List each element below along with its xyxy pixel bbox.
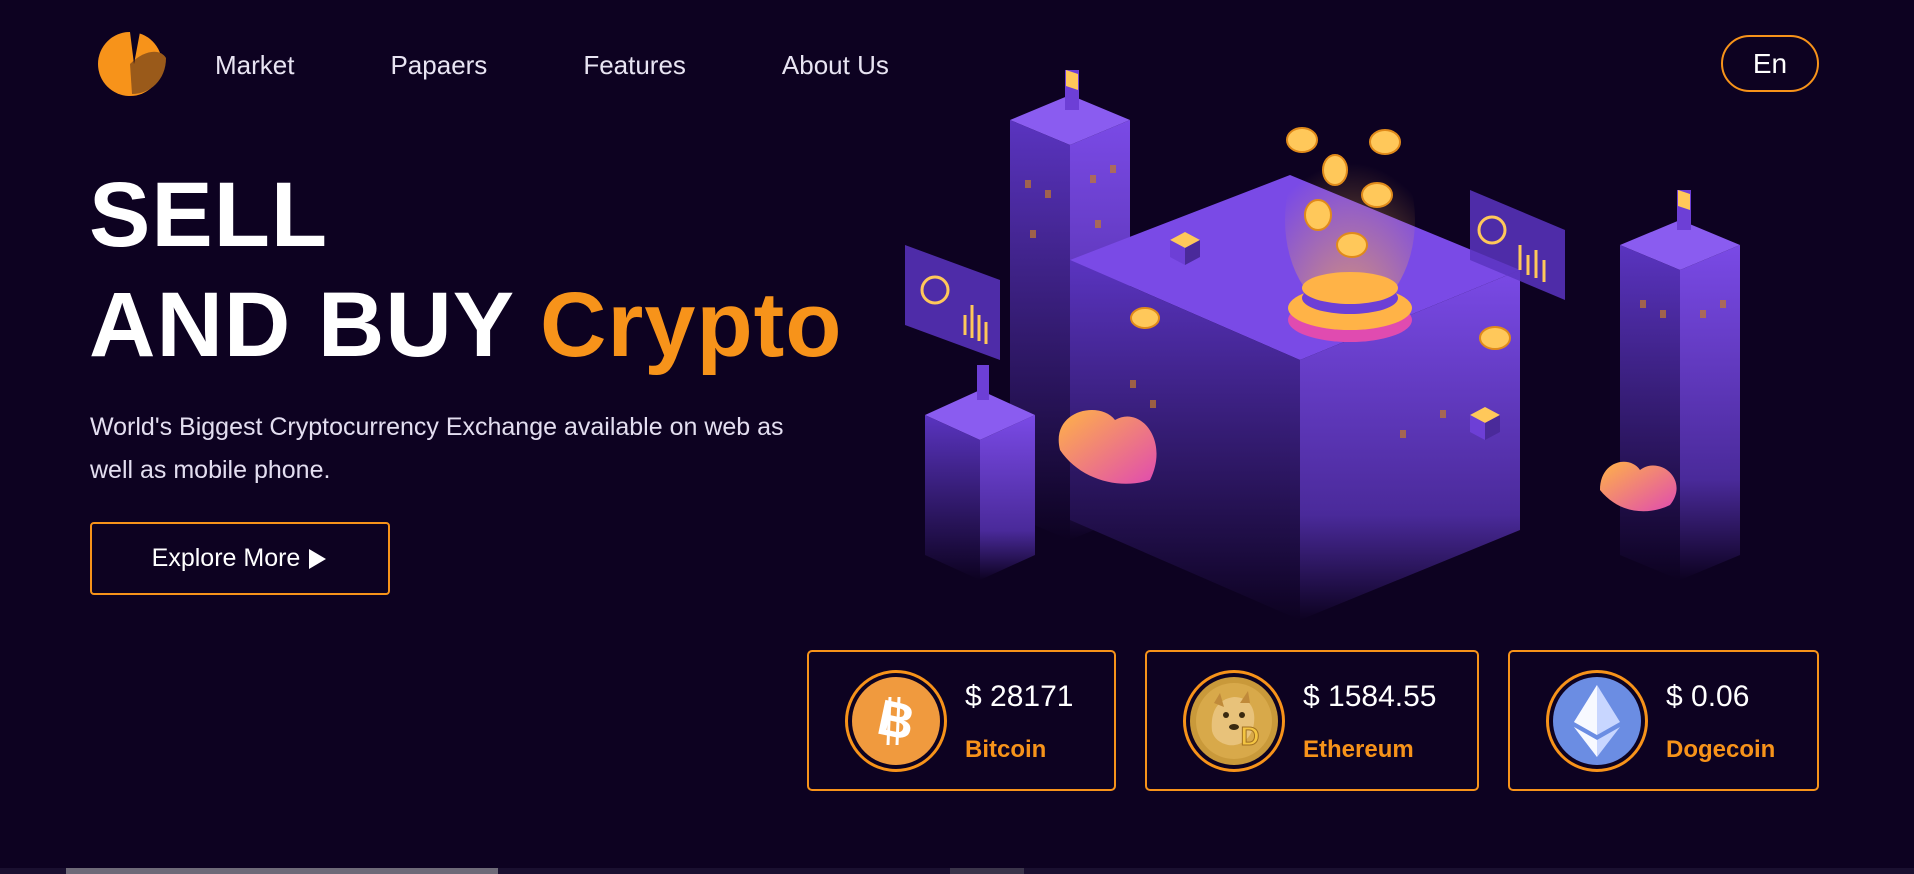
nav-item-papers[interactable]: Papaers <box>390 50 487 81</box>
explore-more-button[interactable]: Explore More <box>90 522 390 595</box>
bitcoin-icon: B <box>845 670 947 772</box>
coin-price: $ 0.06 <box>1666 680 1750 713</box>
tower-right <box>1620 190 1740 580</box>
nav-item-market[interactable]: Market <box>215 50 294 81</box>
brand-logo[interactable] <box>94 28 170 96</box>
nav-item-features[interactable]: Features <box>583 50 686 81</box>
explore-more-label: Explore More <box>151 544 301 572</box>
dogecoin-icon: D <box>1183 670 1285 772</box>
hero-title-line2: AND BUY <box>89 274 514 376</box>
coin-name: Dogecoin <box>1666 736 1776 763</box>
svg-text:D: D <box>1241 721 1260 751</box>
coin-card-dogecoin[interactable]: $ 0.06 Dogecoin <box>1508 650 1819 791</box>
coin-card-bitcoin[interactable]: B $ 28171 Bitcoin <box>807 650 1116 791</box>
coin-name: Ethereum <box>1303 736 1414 763</box>
coin-name: Bitcoin <box>965 736 1047 763</box>
panel-left <box>905 245 1000 360</box>
hero-title-accent: Crypto <box>540 274 843 376</box>
scrollbar-segment <box>950 868 1024 874</box>
coin-price: $ 28171 <box>965 680 1074 713</box>
horizontal-scrollbar[interactable] <box>0 868 1914 874</box>
coin-card-ethereum[interactable]: D $ 1584.55 Ethereum <box>1145 650 1479 791</box>
hero-subtitle: World's Biggest Cryptocurrency Exchange … <box>90 413 784 484</box>
isometric-city-illustration <box>905 70 1740 620</box>
coin-price: $ 1584.55 <box>1303 680 1437 713</box>
cloud-right <box>1600 461 1677 512</box>
nav-item-about-us[interactable]: About Us <box>782 50 889 81</box>
ethereum-icon <box>1546 670 1648 772</box>
play-icon <box>309 548 327 569</box>
coin-pedestal <box>1288 272 1412 342</box>
hero-title: SELL AND BUY Crypto <box>89 160 842 380</box>
hero-title-line1: SELL <box>89 164 329 266</box>
scrollbar-thumb[interactable] <box>66 868 498 874</box>
main-nav: Market Papaers Features About Us <box>215 50 889 81</box>
